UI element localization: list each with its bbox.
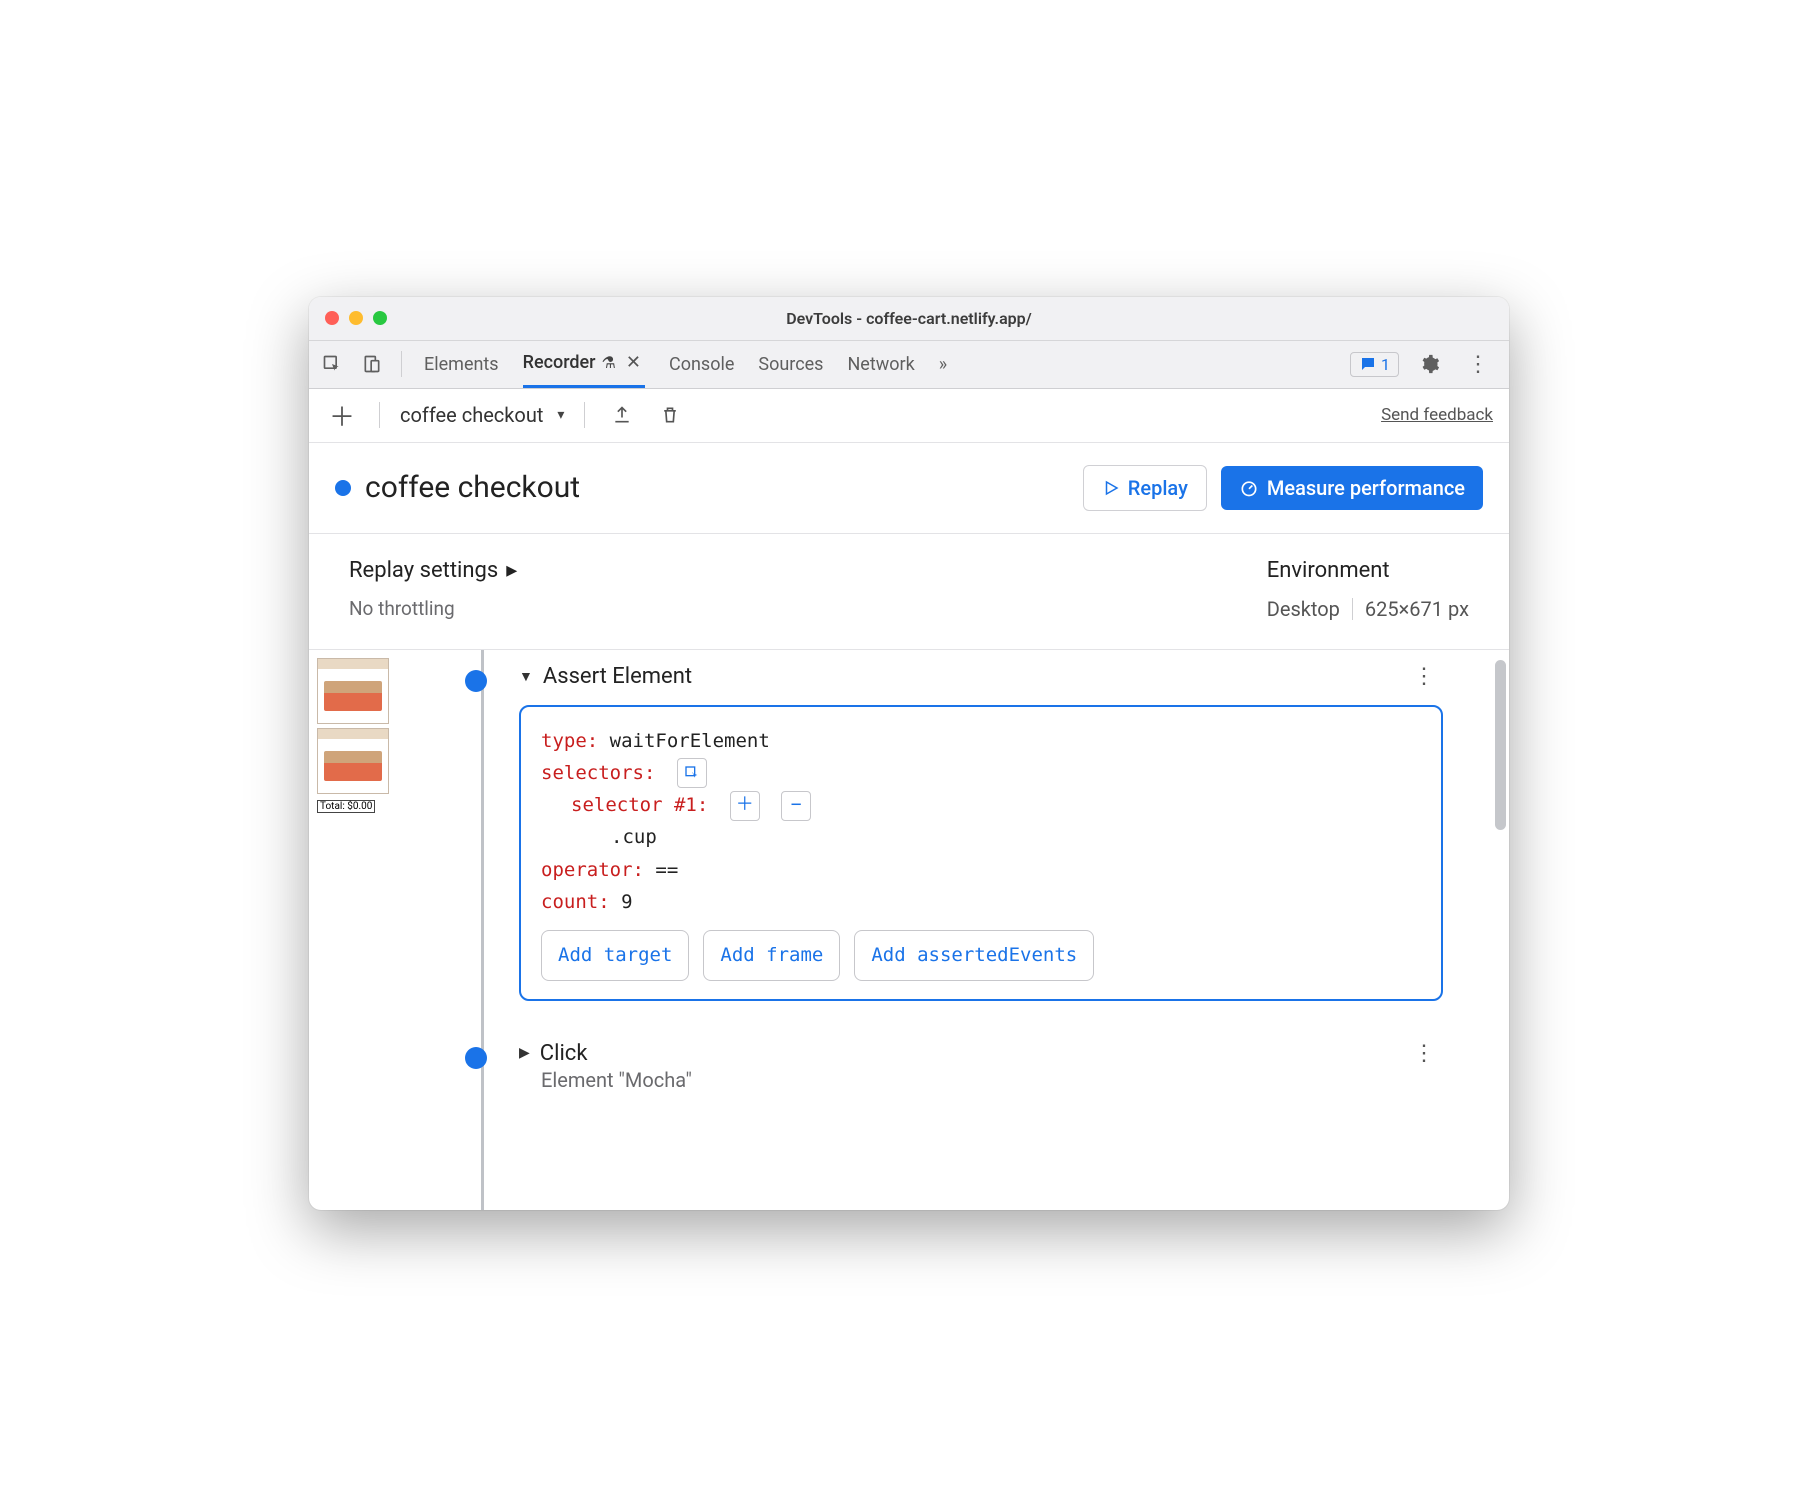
remove-selector-icon[interactable]: − [781, 791, 811, 821]
messages-count: 1 [1381, 355, 1390, 374]
export-icon[interactable] [605, 398, 639, 432]
environment-settings: Environment Desktop 625×671 px [1267, 558, 1469, 621]
chevron-right-icon: ▶ [519, 1045, 530, 1061]
step-kebab-icon[interactable]: ⋮ [1413, 1041, 1443, 1066]
replay-button-label: Replay [1128, 476, 1188, 500]
recording-status-dot [335, 480, 351, 496]
replay-settings-label: Replay settings [349, 558, 498, 583]
tab-recorder-label: Recorder [523, 352, 596, 373]
dimensions-value: 625×671 px [1365, 597, 1469, 621]
prop-value-operator[interactable]: == [655, 859, 678, 881]
messages-badge[interactable]: 1 [1350, 352, 1399, 377]
recording-title: coffee checkout [365, 470, 580, 505]
step-marker [465, 670, 487, 692]
step-marker [465, 1047, 487, 1069]
tab-network-label: Network [847, 354, 914, 375]
prop-value-count[interactable]: 9 [621, 891, 632, 913]
prop-key: count [541, 891, 598, 913]
add-frame-button[interactable]: Add frame [703, 930, 840, 980]
settings-row: Replay settings ▸ No throttling Environme… [309, 534, 1509, 650]
new-recording-icon[interactable]: ＋ [325, 398, 359, 432]
add-asserted-events-button[interactable]: Add assertedEvents [854, 930, 1094, 980]
pick-selector-icon[interactable] [677, 758, 707, 788]
prop-value-type[interactable]: waitForElement [610, 730, 770, 752]
step-title: Assert Element [543, 664, 692, 689]
timeline: ▼ Assert Element ⋮ type: waitForElement … [469, 650, 1483, 1210]
thumbnail-strip: Total: $0.00 [309, 650, 469, 1210]
selector-value[interactable]: .cup [611, 826, 657, 848]
tab-sources-label: Sources [758, 354, 823, 375]
tab-network[interactable]: Network [847, 340, 914, 388]
divider [584, 402, 585, 428]
kebab-menu-icon[interactable]: ⋮ [1461, 347, 1495, 381]
chevron-down-icon: ▾ [557, 407, 564, 423]
step-title: Click [540, 1041, 588, 1066]
step-subtitle: Element "Mocha" [541, 1068, 1443, 1092]
close-tab-icon[interactable]: ✕ [622, 352, 645, 373]
step-assert-element: ▼ Assert Element ⋮ type: waitForElement … [519, 664, 1443, 1001]
inspect-element-icon[interactable] [315, 347, 349, 381]
tab-more[interactable]: » [939, 340, 947, 388]
devtools-window: DevTools - coffee-cart.netlify.app/ Elem… [309, 297, 1509, 1210]
measure-button-label: Measure performance [1267, 476, 1465, 500]
timeline-line [481, 650, 484, 1210]
settings-gear-icon[interactable] [1413, 347, 1447, 381]
devtools-tabbar: Elements Recorder ⚗ ✕ Console Sources Ne… [309, 341, 1509, 389]
delete-icon[interactable] [653, 398, 687, 432]
replay-button[interactable]: Replay [1083, 465, 1207, 511]
screenshot-thumbnail[interactable] [317, 658, 389, 724]
window-title: DevTools - coffee-cart.netlify.app/ [309, 309, 1509, 328]
triangle-right-icon: ▸ [506, 558, 517, 583]
tab-elements[interactable]: Elements [424, 340, 499, 388]
scrollbar-thumb[interactable] [1495, 660, 1506, 830]
recording-selector[interactable]: coffee checkout ▾ [400, 403, 564, 427]
recorder-toolbar: ＋ coffee checkout ▾ Send feedback [309, 389, 1509, 443]
right-tools: 1 ⋮ [1350, 347, 1503, 381]
replay-settings[interactable]: Replay settings ▸ No throttling [349, 558, 517, 621]
tab-recorder[interactable]: Recorder ⚗ ✕ [523, 340, 645, 388]
add-target-button[interactable]: Add target [541, 930, 689, 980]
prop-key: type [541, 730, 587, 752]
tab-console[interactable]: Console [669, 340, 734, 388]
step-header[interactable]: ▶ Click ⋮ [519, 1041, 1443, 1066]
add-selector-icon[interactable]: ＋ [730, 791, 760, 821]
throttling-value: No throttling [349, 597, 517, 620]
chevron-right-double-icon: » [939, 354, 947, 375]
flask-icon: ⚗ [602, 353, 616, 372]
tab-sources[interactable]: Sources [758, 340, 823, 388]
divider [1352, 598, 1353, 620]
steps-area: Total: $0.00 ▼ Assert Element ⋮ type: wa… [309, 650, 1509, 1210]
recording-header: coffee checkout Replay Measure performan… [309, 443, 1509, 534]
panel-tabs: Elements Recorder ⚗ ✕ Console Sources Ne… [424, 340, 1344, 388]
chevron-down-icon: ▼ [519, 668, 533, 685]
thumbnail-total: Total: $0.00 [317, 800, 375, 813]
prop-key: operator [541, 859, 633, 881]
screenshot-thumbnail[interactable] [317, 728, 389, 794]
divider [401, 351, 402, 377]
scrollbar-gutter [1483, 650, 1509, 1210]
measure-performance-button[interactable]: Measure performance [1221, 466, 1483, 510]
tab-console-label: Console [669, 354, 734, 375]
tab-elements-label: Elements [424, 354, 499, 375]
recording-select-name: coffee checkout [400, 403, 543, 427]
divider [379, 402, 380, 428]
step-body: type: waitForElement selectors: selector… [519, 705, 1443, 1001]
step-click: ▶ Click ⋮ Element "Mocha" [519, 1041, 1443, 1092]
titlebar: DevTools - coffee-cart.netlify.app/ [309, 297, 1509, 341]
send-feedback-link[interactable]: Send feedback [1381, 405, 1493, 425]
device-value: Desktop [1267, 597, 1340, 621]
device-toolbar-icon[interactable] [355, 347, 389, 381]
prop-key: selector #1 [571, 794, 697, 816]
prop-key: selectors [541, 762, 644, 784]
step-header[interactable]: ▼ Assert Element ⋮ [519, 664, 1443, 689]
environment-label: Environment [1267, 558, 1469, 583]
step-kebab-icon[interactable]: ⋮ [1413, 664, 1443, 689]
